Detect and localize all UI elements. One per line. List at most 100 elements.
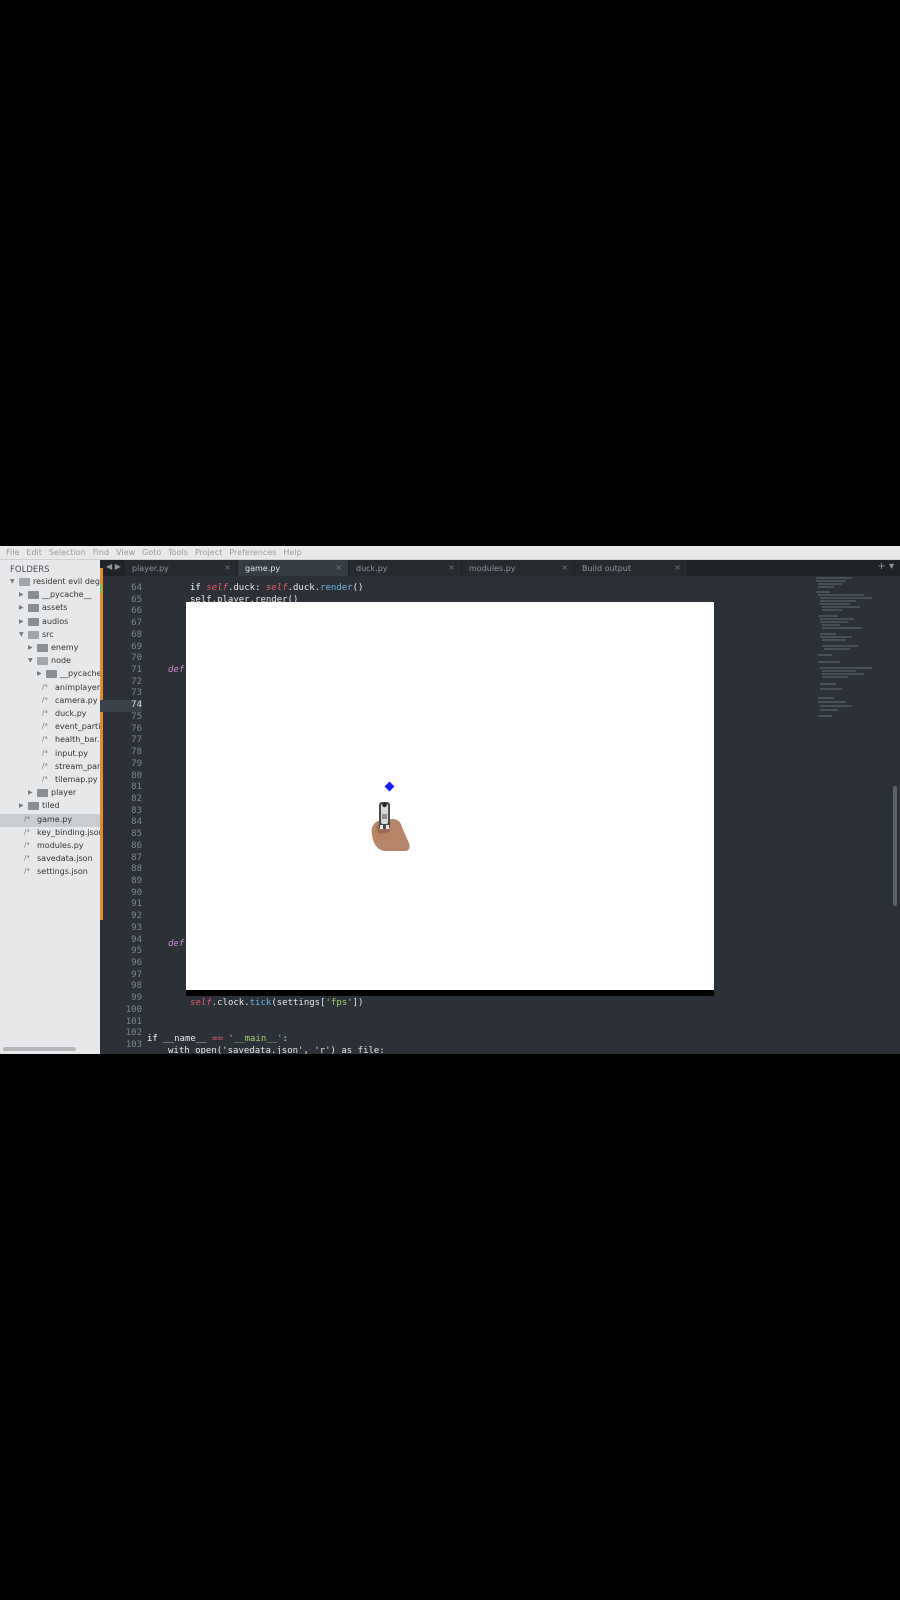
code-line-64[interactable]: if self.duck: self.duck.render() — [190, 583, 363, 593]
tab-modules-py[interactable]: modules.py × — [462, 560, 574, 576]
line-number-text: 103 — [125, 1040, 142, 1051]
line-number: 65 — [100, 595, 142, 607]
file-icon: /* — [24, 827, 30, 836]
code-line-102[interactable]: if __name__ == '__main__': — [147, 1034, 288, 1044]
sidebar-file-tilemap-py[interactable]: /* tilemap.py — [0, 774, 100, 787]
disclosure-closed-icon[interactable]: ▶ — [28, 789, 33, 796]
close-icon[interactable]: × — [224, 563, 231, 572]
sidebar-file-settings-json[interactable]: /* settings.json — [0, 866, 100, 879]
menu-find[interactable]: Find — [93, 548, 109, 557]
sidebar-folder-pycache[interactable]: ▶ __pycache__ — [0, 589, 100, 602]
sidebar-folder-src[interactable]: ▼ src — [0, 629, 100, 642]
sidebar-folder-player[interactable]: ▶ player — [0, 787, 100, 800]
menu-edit[interactable]: Edit — [26, 548, 42, 557]
sidebar-file-event-particl[interactable]: /* event_particl — [0, 721, 100, 734]
line-number: 98 — [100, 981, 142, 993]
menu-help[interactable]: Help — [283, 548, 301, 557]
tab-build-output[interactable]: Build output × — [575, 560, 687, 576]
tree-item-label: __pycache__ — [42, 590, 92, 600]
sidebar-file-input-py[interactable]: /* input.py — [0, 748, 100, 761]
editor-scrollbar[interactable] — [893, 786, 897, 906]
line-number: 92 — [100, 911, 142, 923]
sidebar-file-key-binding-json[interactable]: /* key_binding.json — [0, 827, 100, 840]
line-number: 100 — [100, 1005, 142, 1017]
code-line-103[interactable]: with open('savedata.json', 'r') as file: — [168, 1046, 385, 1054]
menu-goto[interactable]: Goto — [142, 548, 161, 557]
tree-item-label: duck.py — [55, 709, 87, 718]
folder-icon — [28, 604, 39, 613]
disclosure-closed-icon[interactable]: ▶ — [19, 618, 24, 625]
line-number-text: 85 — [131, 829, 142, 840]
line-number-text: 99 — [131, 993, 142, 1004]
menu-tools[interactable]: Tools — [168, 548, 188, 557]
code-token: render — [320, 583, 353, 593]
code-token: == — [206, 1034, 229, 1044]
folder-open-icon — [28, 630, 39, 639]
disclosure-open-icon[interactable]: ▼ — [28, 657, 33, 664]
close-icon[interactable]: × — [561, 563, 568, 572]
tree-item-label: input.py — [55, 748, 88, 758]
line-number-text: 95 — [131, 946, 142, 957]
disclosure-open-icon[interactable]: ▼ — [19, 631, 24, 638]
sidebar-file-stream-parti[interactable]: /* stream_parti — [0, 761, 100, 774]
menu-project[interactable]: Project — [195, 548, 222, 557]
menu-file[interactable]: File — [6, 548, 19, 557]
disclosure-closed-icon[interactable]: ▶ — [37, 670, 42, 677]
line-number-text: 65 — [131, 594, 142, 605]
line-number: 68 — [100, 630, 142, 642]
new-tab-and-menu-icon[interactable]: + ▾ — [877, 561, 894, 572]
game-canvas[interactable] — [186, 602, 714, 992]
sidebar-file-health-bar-py[interactable]: /* health_bar.py — [0, 734, 100, 747]
line-number: 70 — [100, 653, 142, 665]
close-icon[interactable]: × — [674, 563, 681, 572]
line-number-text: 90 — [131, 887, 142, 898]
disclosure-closed-icon[interactable]: ▶ — [19, 802, 24, 809]
sidebar-file-animplayer-p[interactable]: /* animplayer.p — [0, 682, 100, 695]
sidebar-folder-pycache[interactable]: ▶ __pycache__ — [0, 668, 100, 681]
disclosure-closed-icon[interactable]: ▶ — [28, 644, 33, 651]
line-number: 72 — [100, 677, 142, 689]
tab-nav-arrows-icon[interactable]: ◀ ▶ — [106, 562, 121, 571]
line-number: 91 — [100, 899, 142, 911]
minimap[interactable] — [812, 576, 896, 726]
tab-player-py[interactable]: player.py × — [125, 560, 237, 576]
sidebar-file-camera-py[interactable]: /* camera.py — [0, 695, 100, 708]
sidebar-folder-tiled[interactable]: ▶ tiled — [0, 800, 100, 813]
close-icon[interactable]: × — [448, 563, 455, 572]
sidebar-scrollbar[interactable] — [3, 1047, 76, 1051]
disclosure-open-icon[interactable]: ▼ — [10, 578, 15, 585]
file-icon: /* — [42, 709, 48, 717]
tab-label: Build output — [582, 564, 632, 573]
disclosure-closed-icon[interactable]: ▶ — [19, 591, 24, 598]
tree-item-label: settings.json — [37, 867, 88, 877]
menu-preferences[interactable]: Preferences — [229, 548, 276, 557]
disclosure-closed-icon[interactable]: ▶ — [19, 604, 24, 611]
close-icon[interactable]: × — [335, 563, 342, 572]
line-number-text: 73 — [131, 688, 142, 699]
code-line-99[interactable]: self.clock.tick(settings['fps']) — [190, 998, 363, 1008]
line-number-text: 71 — [131, 665, 142, 676]
line-number: 71 — [100, 665, 142, 677]
menu-view[interactable]: View — [116, 548, 135, 557]
sidebar-folder-assets[interactable]: ▶ assets — [0, 602, 100, 615]
line-number-text: 89 — [131, 876, 142, 886]
sidebar-file-savedata-json[interactable]: /* savedata.json — [0, 853, 100, 866]
sidebar-folder-resident-evil-degen[interactable]: ▼ resident evil degen — [0, 576, 100, 589]
line-number-text: 79 — [131, 758, 142, 769]
tab-duck-py[interactable]: duck.py × — [349, 560, 461, 576]
menu-selection[interactable]: Selection — [49, 548, 86, 557]
line-number-text: 82 — [131, 793, 142, 804]
tab-game-py[interactable]: game.py × — [238, 560, 348, 576]
line-number-text: 83 — [131, 805, 142, 816]
code-def-keyword: def — [168, 939, 185, 949]
sidebar-folder-audios[interactable]: ▶ audios — [0, 616, 100, 629]
duck-icon — [384, 781, 395, 792]
sidebar-file-modules-py[interactable]: /* modules.py — [0, 840, 100, 853]
tree-item-label: event_particl — [55, 722, 100, 732]
sidebar-file-duck-py[interactable]: /* duck.py — [0, 708, 100, 721]
code-token: .duck: — [227, 583, 266, 593]
game-window[interactable] — [186, 602, 714, 992]
sidebar-folder-node[interactable]: ▼ node — [0, 655, 100, 668]
sidebar-file-game-py[interactable]: /* game.py — [0, 813, 100, 827]
sidebar-folder-enemy[interactable]: ▶ enemy — [0, 642, 100, 655]
